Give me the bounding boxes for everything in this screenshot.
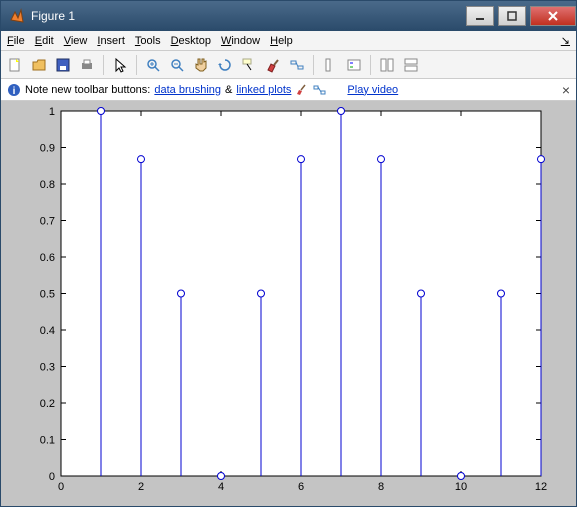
plot-area: 00.10.20.30.40.50.60.70.80.91024681012 [1, 101, 576, 506]
note-link-brushing[interactable]: data brushing [154, 84, 221, 96]
note-play-video[interactable]: Play video [347, 84, 398, 96]
svg-text:0.7: 0.7 [40, 216, 55, 228]
note-close-icon[interactable]: × [562, 82, 570, 98]
svg-text:6: 6 [298, 481, 304, 493]
link-small-icon [313, 83, 327, 97]
maximize-button[interactable] [498, 6, 526, 26]
new-icon[interactable] [5, 55, 25, 75]
menu-desktop[interactable]: Desktop [171, 35, 211, 47]
plottools-icon[interactable] [401, 55, 421, 75]
svg-text:10: 10 [455, 481, 467, 493]
toolbar [1, 51, 576, 79]
menubar: File Edit View Insert Tools Desktop Wind… [1, 31, 576, 51]
svg-text:0.6: 0.6 [40, 252, 55, 264]
svg-text:1: 1 [49, 106, 55, 118]
menu-edit[interactable]: Edit [35, 35, 54, 47]
menu-file[interactable]: File [7, 35, 25, 47]
dock-icon[interactable]: ↘ [561, 34, 570, 47]
legend-icon[interactable] [344, 55, 364, 75]
svg-text:0.3: 0.3 [40, 362, 55, 374]
zoom-in-icon[interactable] [143, 55, 163, 75]
brush-small-icon [295, 83, 309, 97]
info-icon: i [7, 83, 21, 97]
svg-text:2: 2 [138, 481, 144, 493]
note-link-linked[interactable]: linked plots [236, 84, 291, 96]
separator [370, 55, 371, 75]
pointer-icon[interactable] [110, 55, 130, 75]
menu-window[interactable]: Window [221, 35, 260, 47]
svg-text:0: 0 [58, 481, 64, 493]
svg-text:12: 12 [535, 481, 547, 493]
separator [136, 55, 137, 75]
colorbar-icon[interactable] [320, 55, 340, 75]
svg-text:i: i [13, 86, 16, 97]
titlebar: Figure 1 [1, 1, 576, 31]
pan-icon[interactable] [191, 55, 211, 75]
svg-text:0: 0 [49, 471, 55, 483]
close-button[interactable] [530, 6, 576, 26]
open-icon[interactable] [29, 55, 49, 75]
menu-tools[interactable]: Tools [135, 35, 161, 47]
svg-text:4: 4 [218, 481, 224, 493]
svg-text:0.8: 0.8 [40, 179, 55, 191]
save-icon[interactable] [53, 55, 73, 75]
svg-text:0.5: 0.5 [40, 289, 55, 301]
menu-help[interactable]: Help [270, 35, 293, 47]
note-amp: & [225, 84, 232, 96]
figure-window: Figure 1 File Edit View Insert Tools Des… [0, 0, 577, 507]
stem-chart: 00.10.20.30.40.50.60.70.80.91024681012 [1, 101, 576, 506]
svg-text:8: 8 [378, 481, 384, 493]
zoom-out-icon[interactable] [167, 55, 187, 75]
ploteditor-icon[interactable] [377, 55, 397, 75]
minimize-button[interactable] [466, 6, 494, 26]
separator [103, 55, 104, 75]
note-prefix: Note new toolbar buttons: [25, 84, 150, 96]
window-title: Figure 1 [31, 9, 466, 23]
matlab-icon [9, 8, 25, 24]
svg-text:0.2: 0.2 [40, 398, 55, 410]
menu-view[interactable]: View [64, 35, 88, 47]
svg-text:0.1: 0.1 [40, 435, 55, 447]
menu-insert[interactable]: Insert [97, 35, 125, 47]
svg-text:0.4: 0.4 [40, 325, 55, 337]
print-icon[interactable] [77, 55, 97, 75]
note-bar: i Note new toolbar buttons: data brushin… [1, 79, 576, 101]
brush-icon[interactable] [263, 55, 283, 75]
rotate-icon[interactable] [215, 55, 235, 75]
separator [313, 55, 314, 75]
svg-text:0.9: 0.9 [40, 143, 55, 155]
datacursor-icon[interactable] [239, 55, 259, 75]
link-icon[interactable] [287, 55, 307, 75]
